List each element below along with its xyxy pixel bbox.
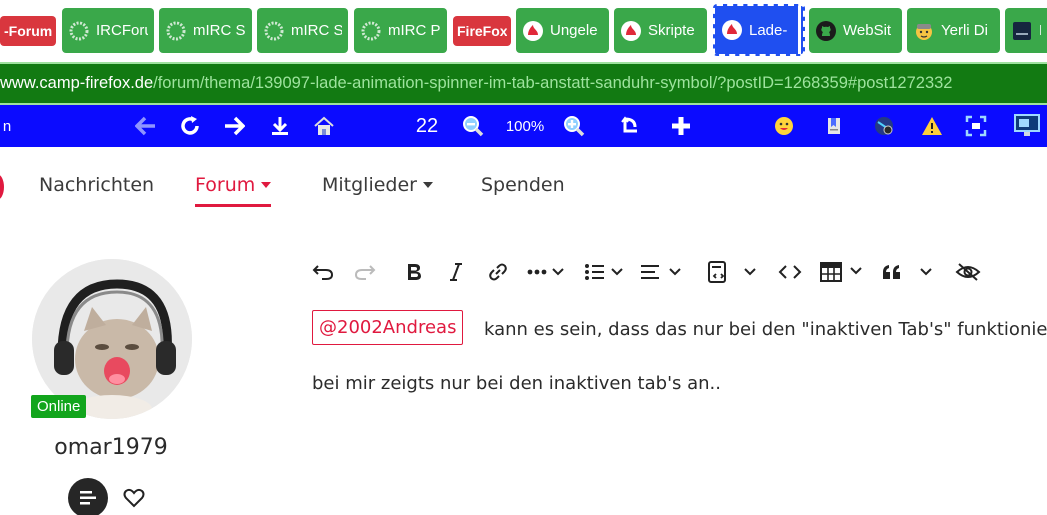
tab-label: mIRC P	[388, 22, 441, 39]
bookmarks-icon[interactable]	[821, 105, 847, 147]
tab-skripte[interactable]: Skripte	[614, 8, 707, 53]
firefox-camp-icon	[620, 20, 642, 42]
bold-icon[interactable]	[402, 258, 426, 286]
warning-icon[interactable]	[919, 105, 945, 147]
tab-label: Yerli Di	[941, 22, 988, 39]
emoji-face-icon[interactable]	[771, 105, 797, 147]
post-text-line-1: kann es sein, dass das nur bei den "inak…	[484, 319, 1047, 340]
username[interactable]: omar1979	[0, 435, 222, 460]
circle-logo-icon	[68, 20, 90, 42]
firefox-camp-icon	[721, 19, 743, 41]
heart-icon[interactable]	[122, 486, 146, 510]
circle-logo-icon	[165, 20, 187, 42]
new-tab-plus-icon[interactable]	[668, 105, 694, 147]
tab-counter: 22	[415, 114, 439, 137]
chevron-down-icon[interactable]	[740, 258, 760, 286]
reload-icon[interactable]	[177, 105, 203, 147]
screenshot-icon[interactable]	[963, 105, 989, 147]
nav-spenden[interactable]: Spenden	[481, 174, 565, 196]
firefox-camp-icon	[522, 20, 544, 42]
nav-label: Spenden	[481, 174, 565, 196]
tab-label: -Forum	[4, 23, 52, 39]
more-options-icon[interactable]	[526, 258, 566, 286]
browser-toolbar: n 22 100%	[0, 105, 1047, 147]
tab-label: Ungele	[550, 22, 598, 39]
zoom-out-icon[interactable]	[460, 105, 486, 147]
link-icon[interactable]	[486, 258, 510, 286]
tab-last[interactable]: L	[1005, 8, 1047, 53]
tab-lade-active[interactable]: Lade-	[713, 4, 805, 56]
tab-forum[interactable]: -Forum	[0, 16, 56, 46]
nav-nachrichten[interactable]: Nachrichten	[39, 174, 154, 196]
tab-strip: -Forum IRCForum mIRC S mIRC S mIRC P Fir…	[0, 0, 1047, 62]
nav-mitglieder[interactable]: Mitglieder	[322, 174, 433, 196]
nav-label: Mitglieder	[322, 174, 417, 196]
nav-label: Forum	[195, 174, 256, 196]
back-arrow-icon[interactable]	[133, 105, 159, 147]
mention-link[interactable]: @2002Andreas	[312, 310, 464, 345]
table-icon[interactable]	[818, 258, 868, 286]
inline-code-icon[interactable]	[776, 258, 804, 286]
app-icon	[1011, 20, 1033, 42]
tab-label: FireFox	[457, 23, 507, 39]
tab-yerli[interactable]: Yerli Di	[907, 8, 1000, 53]
align-icon[interactable]	[639, 258, 685, 286]
zoom-in-icon[interactable]	[561, 105, 587, 147]
monitor-icon[interactable]	[1012, 105, 1042, 147]
tab-label: L	[1039, 22, 1041, 39]
tab-label: mIRC S	[193, 22, 246, 39]
download-icon[interactable]	[267, 105, 293, 147]
url-bar[interactable]: www.camp-firefox.de/forum/thema/139097-l…	[0, 62, 1047, 105]
tab-firefox-group[interactable]: FireFox	[453, 16, 511, 46]
tab-ircforum[interactable]: IRCForum	[62, 8, 154, 53]
toolbar-left-text: n	[2, 117, 12, 135]
tab-mirc-3[interactable]: mIRC P	[354, 8, 447, 53]
github-icon	[815, 20, 837, 42]
tab-mirc-1[interactable]: mIRC S	[159, 8, 252, 53]
nav-forum[interactable]: Forum	[195, 174, 272, 207]
tab-label: IRCForum	[96, 22, 148, 39]
url-host: www.camp-firefox.de	[0, 74, 154, 92]
forward-arrow-icon[interactable]	[221, 105, 247, 147]
zoom-level[interactable]: 100%	[500, 105, 550, 147]
undo-icon[interactable]	[311, 258, 335, 286]
code-block-icon[interactable]	[703, 258, 733, 286]
home-icon[interactable]	[311, 105, 337, 147]
tab-mirc-2[interactable]: mIRC S	[257, 8, 348, 53]
spoiler-hidden-icon[interactable]	[954, 258, 982, 286]
url-path: /forum/thema/139097-lade-animation-spinn…	[153, 74, 953, 92]
emoji-icon	[913, 20, 935, 42]
circle-logo-icon	[360, 20, 382, 42]
redo-icon[interactable]	[353, 258, 377, 286]
tab-label: WebSit	[843, 22, 892, 39]
bullet-list-icon[interactable]	[583, 258, 625, 286]
undo-close-tab-icon[interactable]	[617, 105, 643, 147]
tab-label: Skripte	[648, 22, 695, 39]
tab-ungele[interactable]: Ungele	[516, 8, 609, 53]
site-navigation: Nachrichten Forum Mitglieder Spenden	[0, 147, 1047, 222]
italic-icon[interactable]	[444, 258, 468, 286]
tab-label: mIRC S	[291, 22, 342, 39]
privacy-globe-icon[interactable]	[871, 105, 897, 147]
lines-icon	[80, 491, 96, 505]
caret-down-icon	[261, 182, 272, 188]
caret-down-icon	[423, 182, 433, 188]
post-text-line-2: bei mir zeigts nur bei den inaktiven tab…	[312, 373, 721, 394]
quote-icon[interactable]	[880, 258, 936, 286]
online-status-badge: Online	[31, 395, 87, 418]
user-profile-button[interactable]	[68, 478, 108, 515]
site-logo-icon[interactable]	[0, 174, 4, 200]
circle-logo-icon	[263, 20, 285, 42]
tab-website[interactable]: WebSit	[809, 8, 902, 53]
nav-label: Nachrichten	[39, 174, 155, 196]
tab-label: Lade-	[749, 21, 788, 39]
